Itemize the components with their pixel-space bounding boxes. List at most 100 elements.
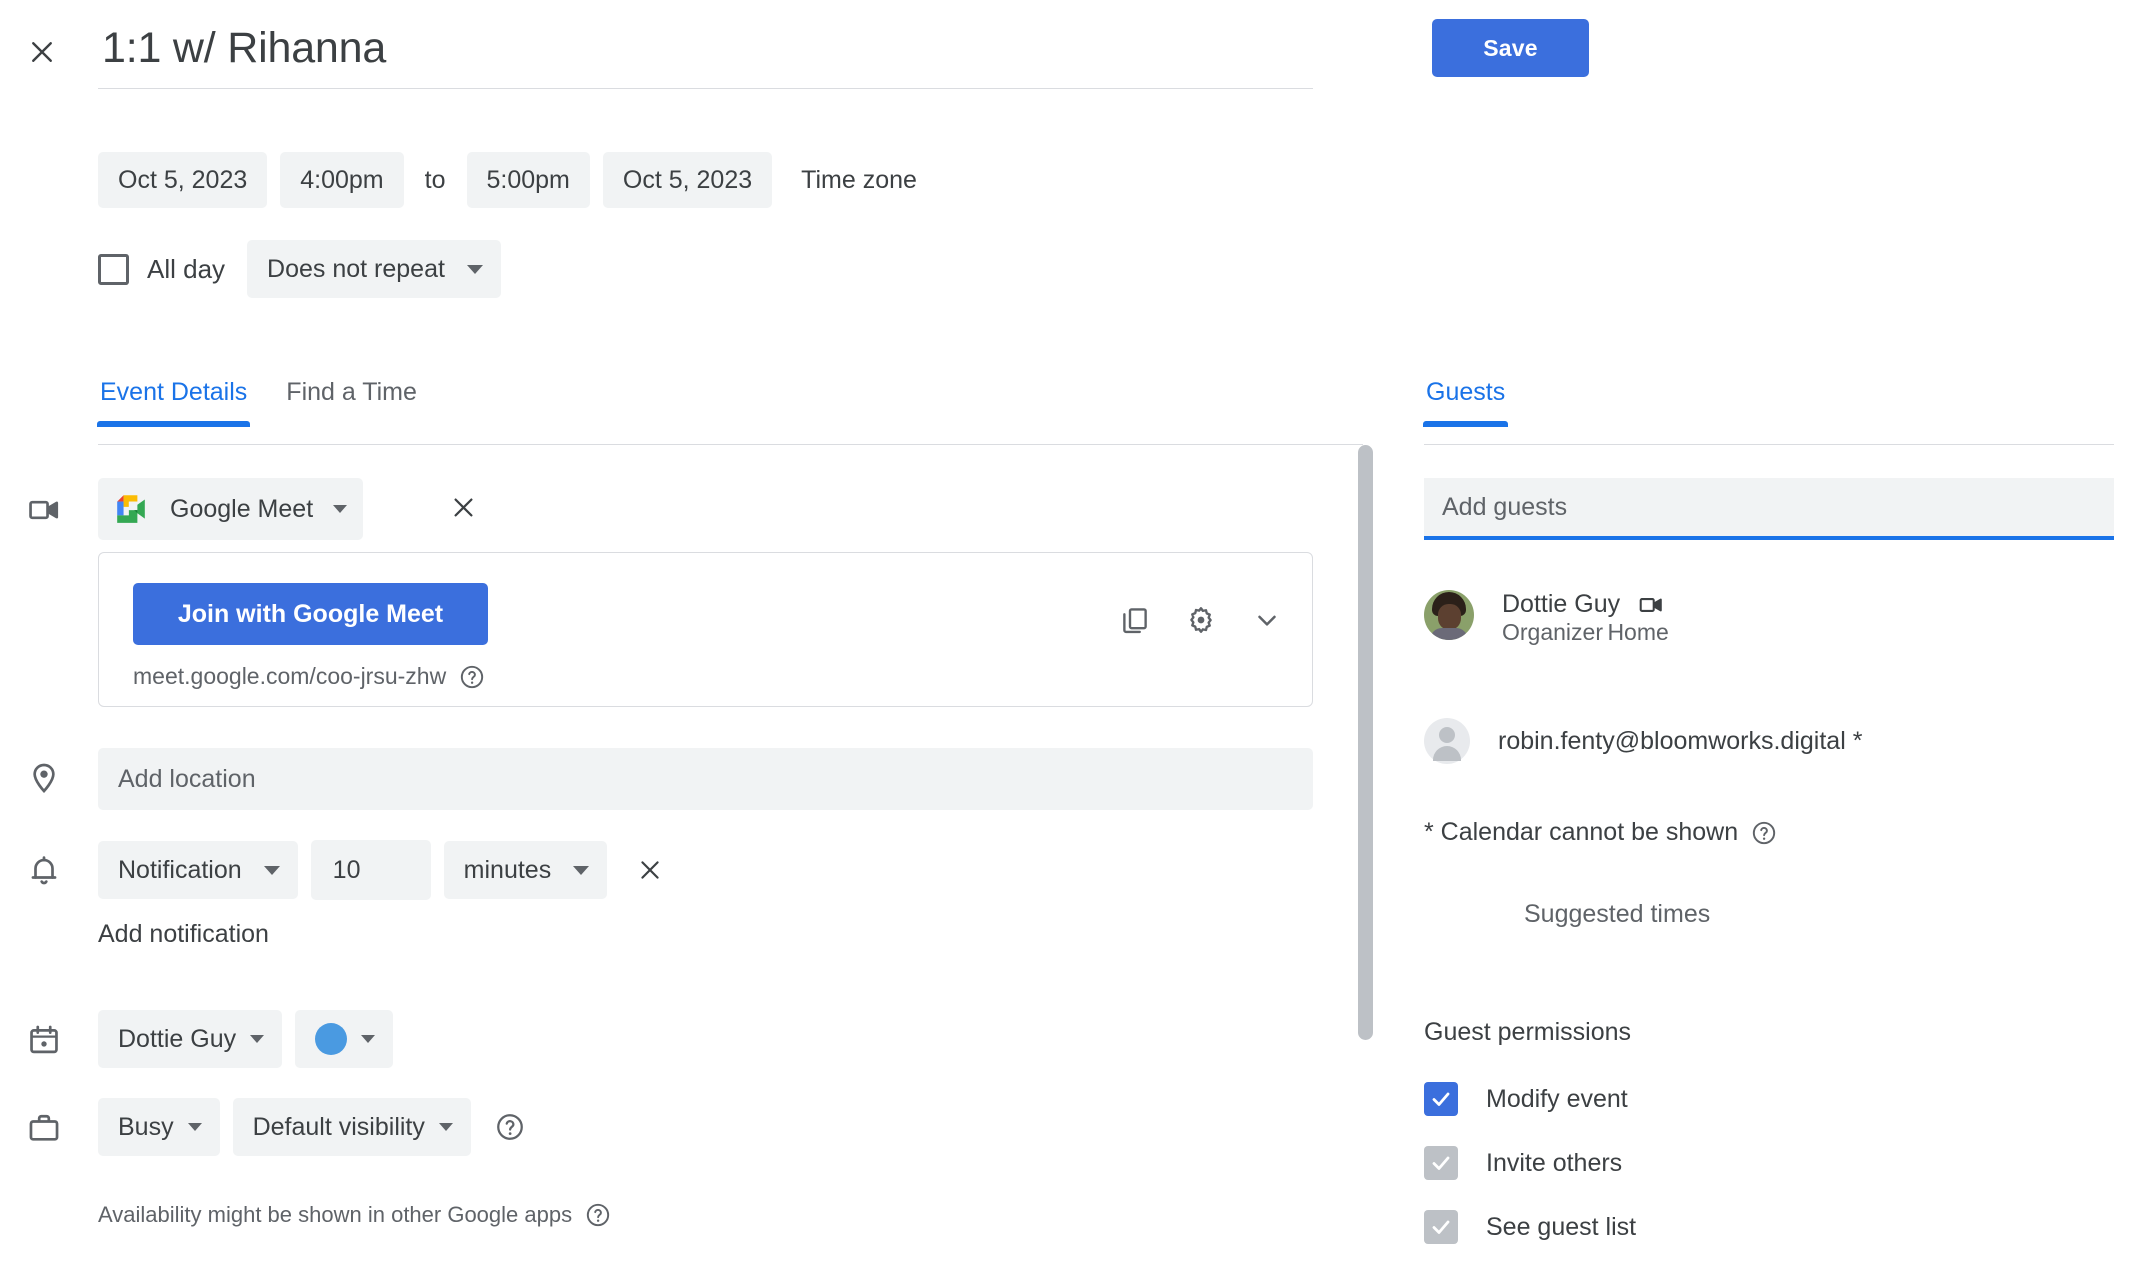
visibility-value: Default visibility (252, 1112, 425, 1141)
help-icon[interactable] (585, 1202, 611, 1228)
conference-provider-label: Google Meet (170, 494, 314, 523)
chevron-down-icon (438, 1123, 453, 1131)
remove-notification-button[interactable] (627, 847, 673, 893)
tab-divider (98, 444, 1363, 445)
calendar-icon (22, 1018, 66, 1062)
notification-unit-value: minutes (463, 855, 552, 884)
google-meet-logo-icon (114, 492, 148, 526)
permission-see-guest-list[interactable]: See guest list (1424, 1210, 1636, 1244)
notification-amount-input[interactable]: 10 (310, 840, 431, 900)
bell-icon (22, 848, 66, 892)
guest-role: Organizer (1502, 619, 1603, 645)
notification-type-select[interactable]: Notification (98, 841, 298, 899)
help-icon[interactable] (1751, 820, 1777, 846)
tab-guests[interactable]: Guests (1422, 378, 1509, 427)
calendar-owner-select[interactable]: Dottie Guy (98, 1010, 283, 1068)
location-input[interactable] (98, 748, 1313, 810)
to-label: to (424, 165, 446, 194)
notification-row: Notification 10 minutes (98, 840, 673, 900)
chevron-down-icon (466, 264, 483, 274)
all-day-row: All day Does not repeat (98, 240, 501, 298)
calendar-row: Dottie Guy (98, 1010, 394, 1068)
video-camera-icon (1639, 597, 1662, 612)
chevron-down-icon (187, 1123, 202, 1131)
close-icon[interactable] (18, 28, 66, 76)
help-icon[interactable] (495, 1112, 525, 1142)
end-date-chip[interactable]: Oct 5, 2023 (602, 152, 773, 208)
main-scrollbar-thumb[interactable] (1358, 445, 1373, 1040)
notification-type-value: Notification (118, 855, 242, 884)
guest-list-item[interactable]: robin.fenty@bloomworks.digital * (1424, 718, 1862, 764)
meet-details-card: Join with Google Meet meet.google.com/co… (98, 552, 1313, 707)
guest-meta: Dottie Guy Organizer Home (1502, 590, 1669, 646)
start-time-chip[interactable]: 4:00pm (280, 152, 404, 208)
avatar (1424, 590, 1474, 640)
location-pin-icon (22, 756, 66, 800)
busy-select[interactable]: Busy (98, 1098, 220, 1156)
remove-conference-button[interactable] (440, 484, 486, 530)
color-swatch (315, 1023, 348, 1055)
chevron-down-icon (263, 865, 280, 875)
copy-icon[interactable] (1112, 597, 1158, 643)
calendar-warning-text: * Calendar cannot be shown (1424, 818, 1739, 846)
permission-label: See guest list (1486, 1212, 1637, 1241)
guest-permissions-title: Guest permissions (1424, 1018, 1632, 1046)
title-wrapper (98, 18, 1368, 89)
guest-email: robin.fenty@bloomworks.digital * (1498, 726, 1863, 755)
all-day-checkbox[interactable] (98, 253, 129, 285)
chevron-down-icon (250, 1035, 265, 1043)
permission-invite-others[interactable]: Invite others (1424, 1146, 1622, 1180)
avatar (1424, 718, 1470, 764)
busy-value: Busy (118, 1112, 174, 1141)
availability-note-text: Availability might be shown in other Goo… (98, 1202, 573, 1227)
add-notification-button[interactable]: Add notification (98, 920, 269, 949)
calendar-owner-value: Dottie Guy (118, 1024, 237, 1053)
briefcase-icon (22, 1106, 66, 1150)
add-guests-wrapper (1424, 478, 2114, 540)
guest-name: Dottie Guy (1502, 590, 1621, 618)
permission-modify-event[interactable]: Modify event (1424, 1082, 1628, 1116)
repeat-select[interactable]: Does not repeat (247, 240, 501, 298)
event-color-select[interactable] (295, 1010, 394, 1068)
guest-name-row: Dottie Guy (1502, 590, 1669, 619)
save-button[interactable]: Save (1432, 19, 1589, 77)
chevron-down-icon (333, 505, 348, 513)
title-underline (98, 88, 1313, 89)
meet-url-text[interactable]: meet.google.com/coo-jrsu-zhw (133, 663, 446, 690)
availability-note: Availability might be shown in other Goo… (98, 1202, 611, 1228)
event-editor-page: Save Oct 5, 2023 4:00pm to 5:00pm Oct 5,… (0, 0, 2150, 1266)
all-day-label: All day (147, 253, 226, 284)
event-title-input[interactable] (98, 18, 1368, 88)
suggested-times-button[interactable]: Suggested times (1524, 900, 1710, 929)
meet-url-row: meet.google.com/coo-jrsu-zhw (133, 663, 485, 690)
repeat-value: Does not repeat (267, 254, 445, 283)
datetime-row: Oct 5, 2023 4:00pm to 5:00pm Oct 5, 2023… (98, 152, 946, 208)
join-meet-button[interactable]: Join with Google Meet (133, 583, 488, 645)
tab-bar: Event Details Find a Time (96, 378, 454, 427)
guest-meta: robin.fenty@bloomworks.digital * (1498, 727, 1862, 756)
header: Save (0, 0, 2150, 110)
end-time-chip[interactable]: 5:00pm (466, 152, 590, 208)
checkbox-checked-icon[interactable] (1424, 1146, 1458, 1180)
permission-label: Invite others (1486, 1148, 1623, 1177)
permission-label: Modify event (1486, 1084, 1628, 1113)
guests-tab-bar: Guests (1422, 378, 1542, 427)
checkbox-checked-icon[interactable] (1424, 1210, 1458, 1244)
visibility-select[interactable]: Default visibility (232, 1098, 471, 1156)
timezone-button[interactable]: Time zone (785, 152, 933, 208)
availability-row: Busy Default visibility (98, 1098, 525, 1156)
checkbox-checked-icon[interactable] (1424, 1082, 1458, 1116)
guest-calendar: Home (1607, 619, 1669, 645)
conference-provider-select[interactable]: Google Meet (98, 478, 364, 540)
guests-tab-divider (1424, 444, 2114, 445)
gear-icon[interactable] (1178, 597, 1224, 643)
start-date-chip[interactable]: Oct 5, 2023 (98, 152, 268, 208)
chevron-down-icon[interactable] (1244, 597, 1290, 643)
tab-find-a-time[interactable]: Find a Time (284, 378, 419, 427)
guest-list-item-organizer[interactable]: Dottie Guy Organizer Home (1424, 590, 1669, 646)
meet-card-actions (1092, 597, 1290, 643)
tab-event-details[interactable]: Event Details (96, 378, 251, 427)
help-icon[interactable] (459, 664, 485, 690)
notification-unit-select[interactable]: minutes (443, 841, 608, 899)
add-guests-input[interactable] (1424, 478, 2114, 540)
